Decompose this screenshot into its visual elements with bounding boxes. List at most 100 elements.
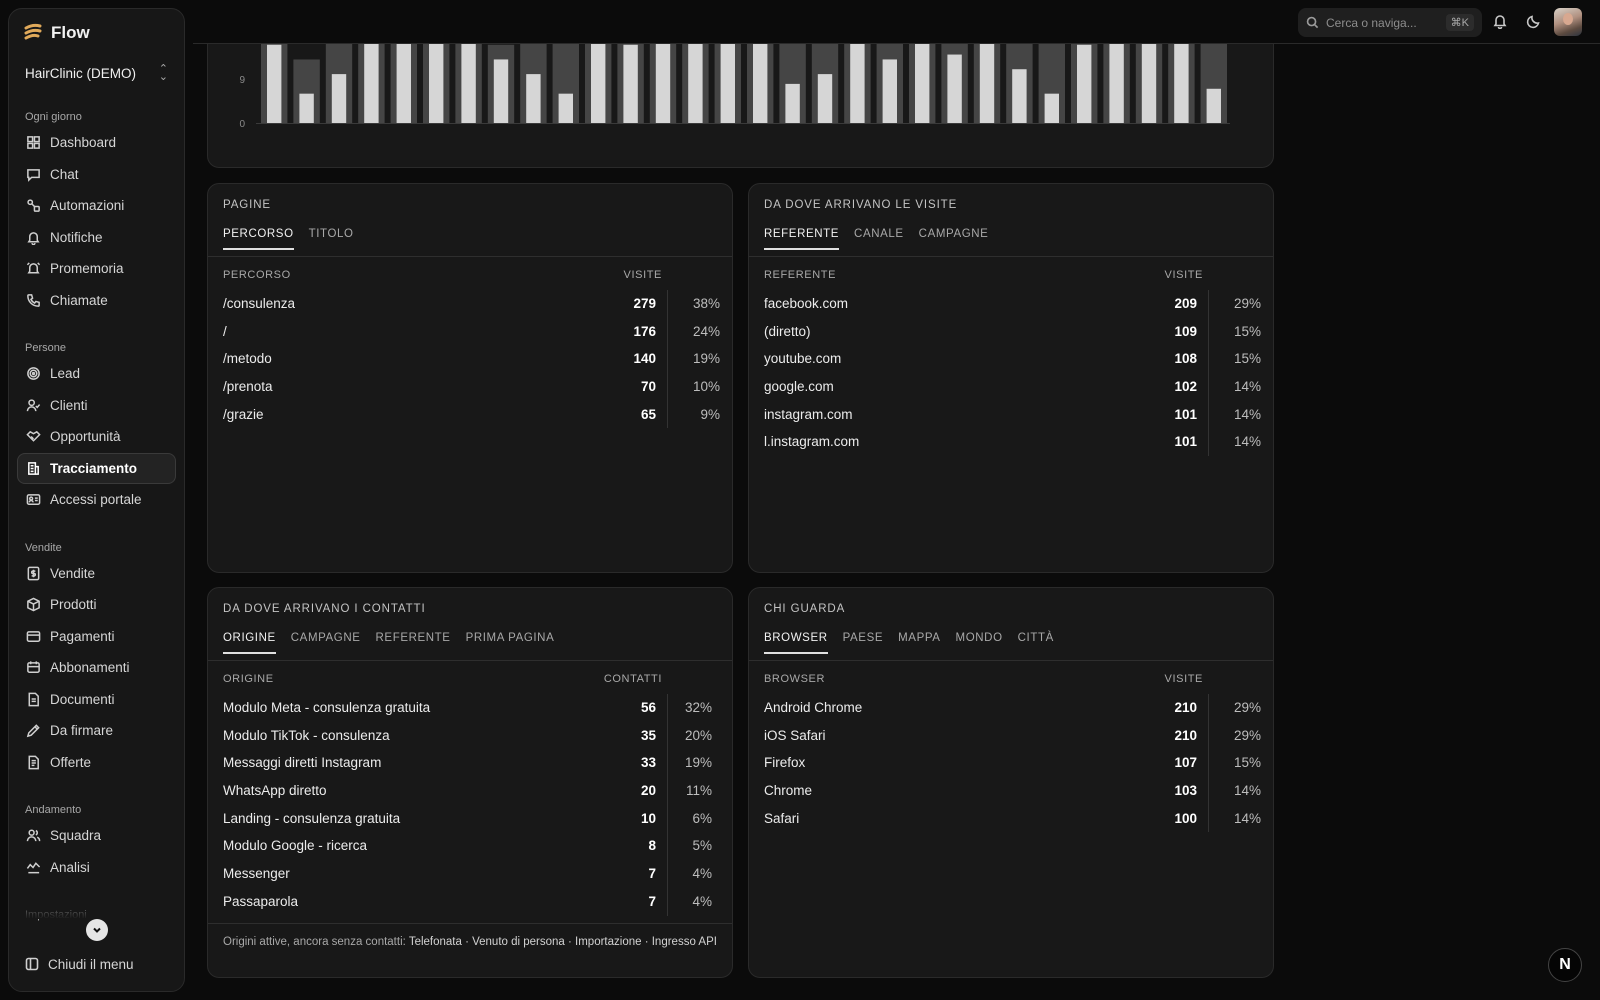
row-value: 210 xyxy=(1174,700,1197,715)
table-row[interactable]: Chrome 103 14% xyxy=(764,777,1261,805)
table-row[interactable]: /grazie 65 9% xyxy=(223,400,720,429)
sidebar-item-label: Lead xyxy=(50,366,81,382)
dev-badge[interactable]: N xyxy=(1548,948,1582,982)
table-row[interactable]: Messenger 7 4% xyxy=(223,860,720,888)
table-row[interactable]: iOS Safari 210 29% xyxy=(764,721,1261,750)
table-row[interactable]: instagram.com 101 14% xyxy=(764,400,1261,429)
column-header-value: VISITE xyxy=(1164,673,1203,685)
table-row[interactable]: (diretto) 109 15% xyxy=(764,317,1261,346)
theme-toggle-button[interactable] xyxy=(1526,13,1544,31)
tab-città[interactable]: CITTÀ xyxy=(1018,632,1054,654)
tab-campagne[interactable]: CAMPAGNE xyxy=(919,228,989,250)
brand[interactable]: Flow xyxy=(17,9,176,57)
table-row[interactable]: facebook.com 209 29% xyxy=(764,290,1261,318)
sidebar-item-label: Da firmare xyxy=(50,723,114,739)
tabs-divider xyxy=(749,256,1273,257)
contact-sources-card: DA DOVE ARRIVANO I CONTATTI ORIGINE CAMPAG… xyxy=(207,587,733,978)
user-avatar[interactable] xyxy=(1554,8,1582,36)
search-input[interactable]: Cerca o naviga... ⌘K xyxy=(1298,8,1482,37)
sidebar-item-pagamenti[interactable]: Pagamenti xyxy=(17,621,176,653)
sidebar-item-chiamate[interactable]: Chiamate xyxy=(17,285,176,317)
card-title: DA DOVE ARRIVANO I CONTATTI xyxy=(223,603,426,615)
row-label: Chrome xyxy=(764,783,813,799)
row-percent: 15% xyxy=(1233,351,1261,367)
table-row[interactable]: WhatsApp diretto 20 11% xyxy=(223,777,720,805)
tab-canale[interactable]: CANALE xyxy=(854,228,904,250)
table-row[interactable]: Modulo TikTok - consulenza 35 20% xyxy=(223,721,720,750)
card-tabs: PERCORSO TITOLO xyxy=(223,228,354,250)
table-row[interactable]: /metodo 140 19% xyxy=(223,345,720,374)
tab-referente[interactable]: REFERENTE xyxy=(764,228,840,250)
sidebar-item-label: Accessi portale xyxy=(50,492,142,508)
sidebar-item-vendite[interactable]: Vendite xyxy=(17,558,176,590)
table-row[interactable]: / 176 24% xyxy=(223,317,720,346)
sidebar-item-abbonamenti[interactable]: Abbonamenti xyxy=(17,652,176,684)
sidebar-item-notifiche[interactable]: Notifiche xyxy=(17,222,176,254)
sidebar-item-tracciamento[interactable]: Tracciamento xyxy=(17,452,176,484)
inactive-sources-note: Origini attive, ancora senza contatti: T… xyxy=(208,923,732,977)
sidebar-item-squadra[interactable]: Squadra xyxy=(17,820,176,852)
table-row[interactable]: Landing - consulenza gratuita 10 6% xyxy=(223,804,720,833)
row-value: 20 xyxy=(640,783,656,799)
row-value: 108 xyxy=(1174,351,1197,367)
row-value: 7 xyxy=(648,893,656,909)
sidebar-item-label: Squadra xyxy=(50,828,102,844)
sidebar-item-analisi[interactable]: Analisi xyxy=(17,852,176,884)
row-divider xyxy=(667,804,668,833)
app-name: Flow xyxy=(51,23,90,42)
tab-prima-pagina[interactable]: PRIMA PAGINA xyxy=(466,632,555,654)
row-value: 33 xyxy=(640,755,656,771)
table-row[interactable]: Modulo Meta - consulenza gratuita 56 32% xyxy=(223,694,720,722)
org-switcher[interactable]: HairClinic (DEMO) ⌃ ⌄ xyxy=(17,59,176,87)
tab-referente[interactable]: REFERENTE xyxy=(376,632,451,654)
tab-mappa[interactable]: MAPPA xyxy=(898,632,940,654)
tab-campagne[interactable]: CAMPAGNE xyxy=(291,632,361,654)
card-tabs: BROWSER PAESE MAPPA MONDO CITTÀ xyxy=(764,632,1054,654)
row-divider xyxy=(1208,721,1209,750)
table-row[interactable]: Android Chrome 210 29% xyxy=(764,694,1261,722)
table-row[interactable]: Passaparola 7 4% xyxy=(223,887,720,916)
sidebar-item-prodotti[interactable]: Prodotti xyxy=(17,589,176,621)
tab-titolo[interactable]: TITOLO xyxy=(309,228,354,250)
table-row[interactable]: /consulenza 279 38% xyxy=(223,290,720,318)
row-label: /prenota xyxy=(223,379,273,395)
tab-browser[interactable]: BROWSER xyxy=(764,632,828,654)
close-menu-button[interactable]: Chiudi il menu xyxy=(17,949,142,979)
table-row[interactable]: Safari 100 14% xyxy=(764,804,1261,833)
row-divider xyxy=(667,887,668,916)
notifications-button[interactable] xyxy=(1492,13,1510,31)
sidebar-item-da-firmare[interactable]: Da firmare xyxy=(17,715,176,747)
sidebar-item-automazioni[interactable]: Automazioni xyxy=(17,190,176,222)
sidebar-item-documenti[interactable]: Documenti xyxy=(17,684,176,716)
sidebar-item-accessi-portale[interactable]: Accessi portale xyxy=(17,484,176,516)
sidebar-item-chat[interactable]: Chat xyxy=(17,159,176,191)
tab-origine[interactable]: ORIGINE xyxy=(223,632,276,654)
sidebar-item-opportunit[interactable]: Opportunità xyxy=(17,421,176,453)
row-label: Modulo Meta - consulenza gratuita xyxy=(223,700,431,715)
table-row[interactable]: Messaggi diretti Instagram 33 19% xyxy=(223,749,720,778)
row-divider xyxy=(667,290,668,318)
tab-percorso[interactable]: PERCORSO xyxy=(223,228,294,250)
row-percent: 14% xyxy=(1233,406,1261,422)
table-row[interactable]: youtube.com 108 15% xyxy=(764,345,1261,374)
sidebar-section-label: Persone xyxy=(25,342,66,354)
sidebar-item-clienti[interactable]: Clienti xyxy=(17,390,176,422)
scroll-down-button[interactable] xyxy=(86,919,108,941)
tab-mondo[interactable]: MONDO xyxy=(956,632,1003,654)
bar-front xyxy=(267,44,282,123)
row-value: 107 xyxy=(1174,755,1197,771)
row-divider xyxy=(1208,777,1209,805)
tab-paese[interactable]: PAESE xyxy=(843,632,884,654)
table-row[interactable]: /prenota 70 10% xyxy=(223,373,720,401)
sidebar-item-lead[interactable]: Lead xyxy=(17,358,176,390)
sidebar-item-promemoria[interactable]: Promemoria xyxy=(17,253,176,285)
table-row[interactable]: l.instagram.com 101 14% xyxy=(764,428,1261,457)
table-row[interactable]: Firefox 107 15% xyxy=(764,749,1261,778)
sidebar-item-dashboard[interactable]: Dashboard xyxy=(17,127,176,159)
sidebar-item-offerte[interactable]: Offerte xyxy=(17,747,176,779)
topbar: Cerca o naviga... ⌘K xyxy=(193,0,1600,44)
bar-front xyxy=(526,74,541,123)
table-row[interactable]: Modulo Google - ricerca 8 5% xyxy=(223,832,720,861)
row-divider xyxy=(667,749,668,778)
table-row[interactable]: google.com 102 14% xyxy=(764,373,1261,401)
